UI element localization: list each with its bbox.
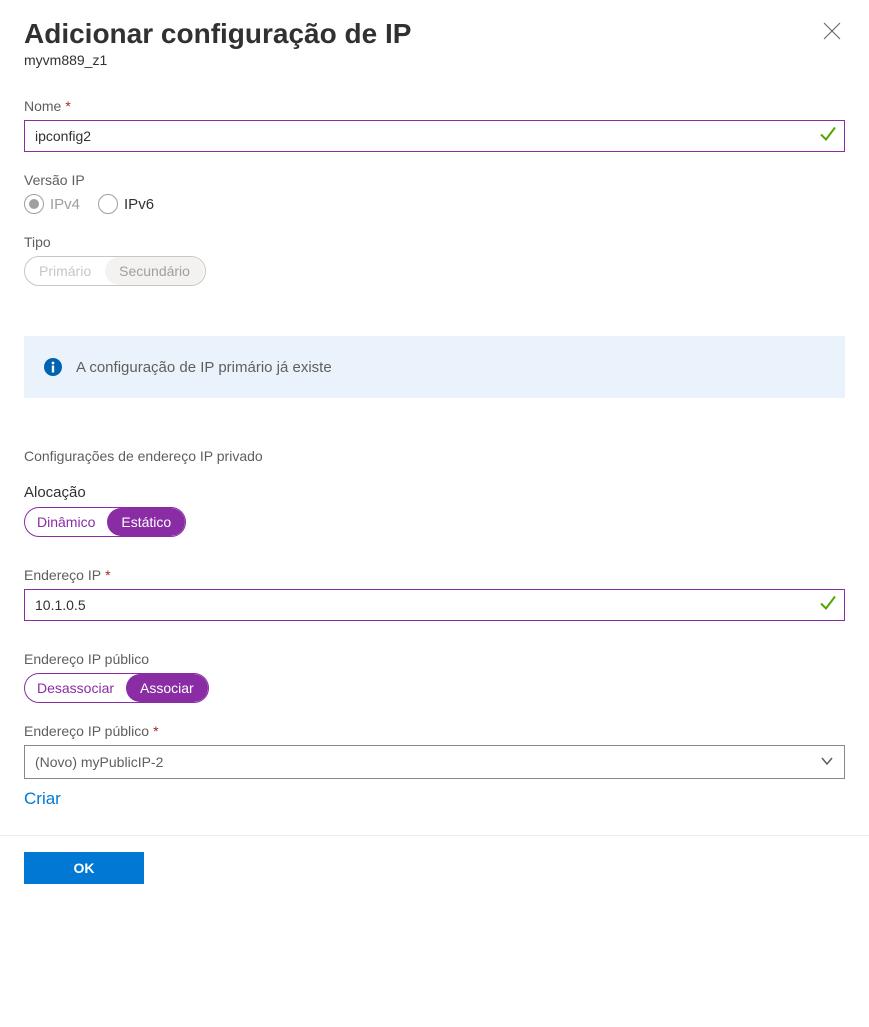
- panel-title: Adicionar configuração de IP: [24, 18, 411, 50]
- public-ip-select[interactable]: (Novo) myPublicIP-2: [24, 745, 845, 779]
- public-ip-select-label: Endereço IP público*: [24, 723, 845, 739]
- allocation-toggle[interactable]: Dinâmico Estático: [24, 507, 186, 537]
- allocation-static[interactable]: Estático: [107, 508, 185, 536]
- name-label: Nome*: [24, 98, 845, 114]
- type-secondary: Secundário: [105, 257, 204, 285]
- panel-subtitle: myvm889_z1: [24, 52, 411, 68]
- radio-ipv6[interactable]: IPv6: [98, 194, 154, 214]
- public-ip-toggle[interactable]: Desassociar Associar: [24, 673, 209, 703]
- ip-version-label: Versão IP: [24, 172, 845, 188]
- type-toggle: Primário Secundário: [24, 256, 206, 286]
- ip-address-label: Endereço IP*: [24, 567, 845, 583]
- chevron-down-icon: [820, 754, 834, 771]
- close-button[interactable]: [819, 18, 845, 49]
- name-input[interactable]: [24, 120, 845, 152]
- check-icon: [819, 125, 837, 148]
- radio-ipv6-label: IPv6: [124, 196, 154, 213]
- check-icon: [819, 594, 837, 617]
- info-banner: A configuração de IP primário já existe: [24, 336, 845, 398]
- info-icon: [44, 358, 62, 376]
- public-ip-select-value: (Novo) myPublicIP-2: [35, 754, 163, 770]
- public-ip-disassociate[interactable]: Desassociar: [25, 674, 126, 702]
- close-icon: [823, 27, 841, 44]
- allocation-dynamic[interactable]: Dinâmico: [25, 508, 107, 536]
- ip-address-input[interactable]: [24, 589, 845, 621]
- radio-icon: [24, 194, 44, 214]
- create-link[interactable]: Criar: [24, 789, 61, 809]
- radio-icon: [98, 194, 118, 214]
- type-label: Tipo: [24, 234, 845, 250]
- radio-ipv4[interactable]: IPv4: [24, 194, 80, 214]
- private-ip-section: Configurações de endereço IP privado: [24, 448, 845, 464]
- type-primary: Primário: [25, 257, 105, 285]
- info-text: A configuração de IP primário já existe: [76, 359, 332, 376]
- radio-ipv4-label: IPv4: [50, 196, 80, 213]
- public-ip-section-label: Endereço IP público: [24, 651, 845, 667]
- ok-button[interactable]: OK: [24, 852, 144, 884]
- allocation-label: Alocação: [24, 484, 845, 501]
- public-ip-associate[interactable]: Associar: [126, 674, 208, 702]
